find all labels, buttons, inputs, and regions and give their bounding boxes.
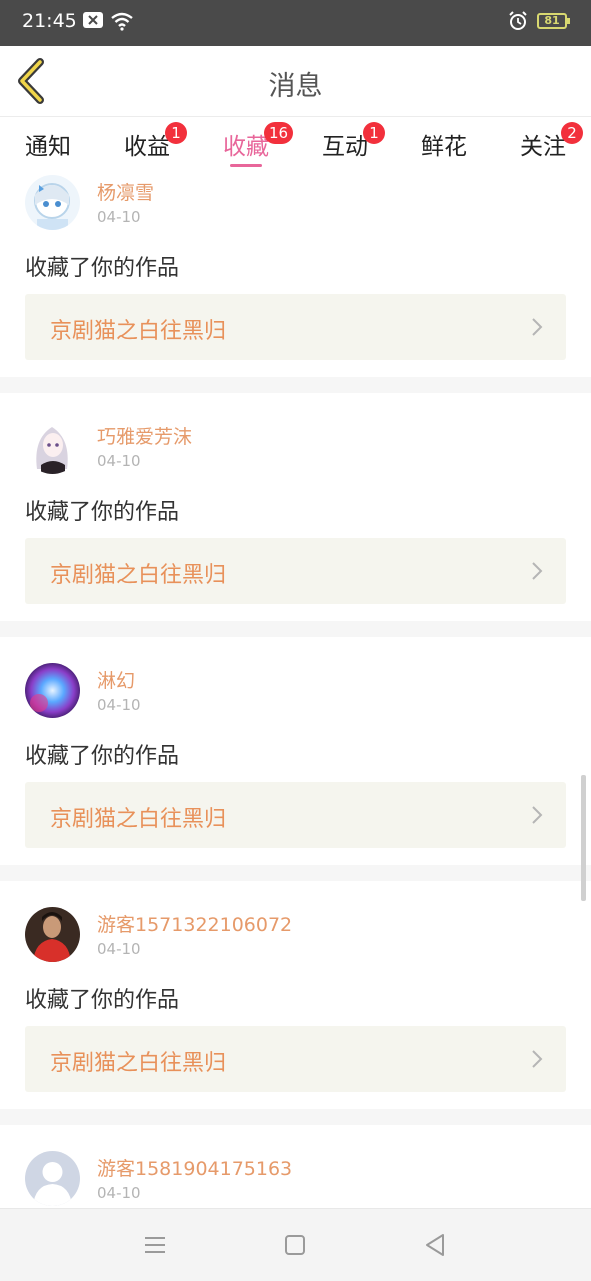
message-date: 04-10	[97, 208, 141, 226]
status-bar: 21:45 81	[0, 0, 591, 46]
avatar[interactable]	[25, 419, 80, 474]
tab-notifications[interactable]: 通知	[8, 127, 88, 161]
tab-interactions[interactable]: 互动 1	[305, 122, 385, 161]
work-title: 京剧猫之白往黑归	[50, 1051, 227, 1076]
avatar[interactable]	[25, 663, 80, 718]
default-avatar-icon[interactable]	[25, 1151, 80, 1206]
back-triangle-icon[interactable]	[421, 1231, 449, 1259]
message-date: 04-10	[97, 940, 141, 958]
list-item: 巧雅爱芳沫 04-10 收藏了你的作品 京剧猫之白往黑归	[0, 393, 591, 621]
scrollbar[interactable]	[581, 775, 586, 901]
divider	[0, 377, 591, 393]
battery-icon: 81	[537, 13, 570, 29]
list-item: 游客1581904175163 04-10	[0, 1125, 591, 1215]
tab-flowers[interactable]: 鲜花	[404, 127, 484, 161]
tab-follows[interactable]: 关注 2	[503, 122, 583, 161]
work-card[interactable]: 京剧猫之白往黑归	[25, 294, 566, 360]
tab-favorites[interactable]: 收藏 16	[206, 122, 294, 161]
work-title: 京剧猫之白往黑归	[50, 319, 227, 344]
active-tab-indicator	[230, 164, 262, 167]
header: 消息	[0, 46, 591, 117]
username[interactable]: 淋幻	[97, 666, 135, 693]
list-item: 游客1571322106072 04-10 收藏了你的作品 京剧猫之白往黑归	[0, 881, 591, 1109]
avatar[interactable]	[25, 907, 80, 962]
tab-badge: 1	[165, 122, 187, 144]
tab-badge: 1	[363, 122, 385, 144]
home-square-icon[interactable]	[281, 1231, 309, 1259]
work-card[interactable]: 京剧猫之白往黑归	[25, 538, 566, 604]
username[interactable]: 游客1581904175163	[97, 1154, 292, 1181]
message-date: 04-10	[97, 452, 141, 470]
divider	[0, 621, 591, 637]
tab-earnings[interactable]: 收益 1	[107, 122, 187, 161]
username[interactable]: 游客1571322106072	[97, 910, 292, 937]
action-text: 收藏了你的作品	[25, 988, 180, 1013]
chevron-right-icon	[532, 1050, 543, 1068]
tab-label: 通知	[25, 134, 71, 160]
alarm-icon	[509, 11, 527, 30]
tab-label: 互动	[322, 134, 368, 160]
wifi-icon	[111, 12, 133, 31]
message-date: 04-10	[97, 696, 141, 714]
username[interactable]: 巧雅爱芳沫	[97, 422, 192, 449]
tab-badge: 2	[561, 122, 583, 144]
close-notification-icon	[83, 12, 103, 28]
action-text: 收藏了你的作品	[25, 744, 180, 769]
work-card[interactable]: 京剧猫之白往黑归	[25, 782, 566, 848]
divider	[0, 1109, 591, 1125]
menu-icon[interactable]	[141, 1231, 169, 1259]
page-title: 消息	[268, 71, 323, 102]
work-title: 京剧猫之白往黑归	[50, 807, 227, 832]
tab-label: 关注	[520, 134, 566, 160]
status-time: 21:45	[22, 10, 77, 32]
tab-bar: 通知 收益 1 收藏 16 互动 1 鲜花 关注 2	[0, 117, 591, 173]
action-text: 收藏了你的作品	[25, 256, 180, 281]
action-text: 收藏了你的作品	[25, 500, 180, 525]
message-date: 04-10	[97, 1184, 141, 1202]
tab-label: 鲜花	[421, 134, 467, 160]
tab-label: 收益	[124, 134, 170, 160]
tab-label: 收藏	[223, 134, 269, 160]
list-item: 杨凛雪 04-10 收藏了你的作品 京剧猫之白往黑归	[0, 173, 591, 377]
divider	[0, 865, 591, 881]
avatar[interactable]	[25, 175, 80, 230]
chevron-right-icon	[532, 562, 543, 580]
work-card[interactable]: 京剧猫之白往黑归	[25, 1026, 566, 1092]
system-nav-bar	[0, 1208, 591, 1281]
chevron-right-icon	[532, 318, 543, 336]
tab-badge: 16	[264, 122, 294, 144]
message-list: 杨凛雪 04-10 收藏了你的作品 京剧猫之白往黑归 巧雅爱芳沫 04-10 收…	[0, 173, 591, 1215]
work-title: 京剧猫之白往黑归	[50, 563, 227, 588]
username[interactable]: 杨凛雪	[97, 178, 154, 205]
chevron-right-icon	[532, 806, 543, 824]
list-item: 淋幻 04-10 收藏了你的作品 京剧猫之白往黑归	[0, 637, 591, 865]
